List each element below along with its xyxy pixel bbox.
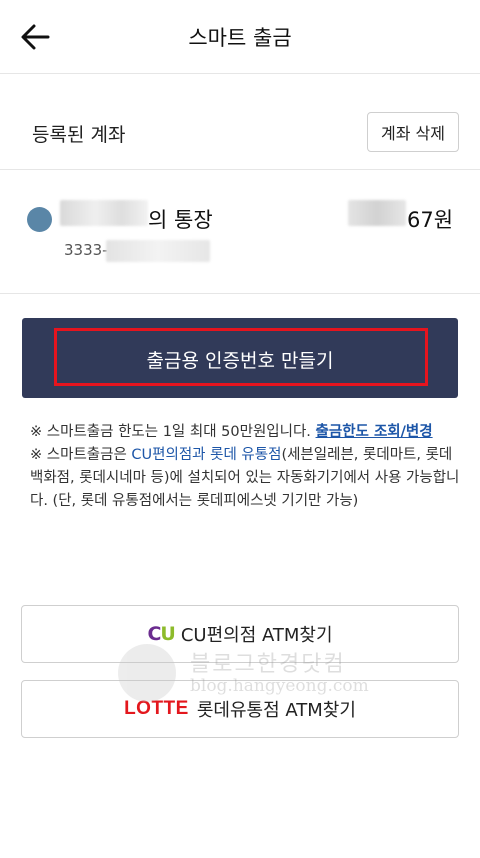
delete-account-button[interactable]: 계좌 삭제 (367, 112, 459, 152)
create-withdrawal-code-button[interactable]: 출금용 인증번호 만들기 (22, 318, 458, 398)
notice-limit-text: ※ 스마트출금 한도는 1일 최대 50만원입니다. (30, 424, 311, 440)
account-color-dot (27, 207, 52, 232)
account-name-suffix: 의 통장 (148, 208, 213, 232)
cu-logo: CU (147, 623, 175, 645)
find-lotte-atm-label: 롯데유통점 ATM찾기 (196, 700, 356, 721)
account-row[interactable]: 의 통장 67원 3333- (0, 170, 480, 294)
notice-usage-highlight: CU편의점과 롯데 유통점 (131, 447, 282, 463)
limit-inquiry-link[interactable]: 출금한도 조회/변경 (316, 424, 433, 440)
lotte-logo: LOTTE (124, 698, 189, 719)
masked-account-number (106, 240, 210, 262)
masked-balance (348, 200, 406, 226)
find-lotte-atm-button[interactable]: LOTTE 롯데유통점 ATM찾기 (21, 680, 459, 738)
registered-account-label: 등록된 계좌 (32, 124, 126, 146)
masked-account-owner (60, 200, 148, 226)
notice-usage: ※ 스마트출금은 CU편의점과 롯데 유통점(세븐일레븐, 롯데마트, 롯데백화… (30, 444, 460, 513)
notice-usage-prefix: ※ 스마트출금은 (30, 447, 127, 463)
create-withdrawal-code-label: 출금용 인증번호 만들기 (146, 350, 334, 372)
find-cu-atm-button[interactable]: CU CU편의점 ATM찾기 (21, 605, 459, 663)
app-header: 스마트 출금 (0, 0, 480, 74)
notice-section: ※ 스마트출금 한도는 1일 최대 50만원입니다. 출금한도 조회/변경 ※ … (30, 421, 460, 513)
notice-limit: ※ 스마트출금 한도는 1일 최대 50만원입니다. 출금한도 조회/변경 (30, 421, 460, 444)
account-balance-suffix: 67원 (407, 208, 454, 232)
page-title: 스마트 출금 (188, 26, 292, 50)
find-cu-atm-label: CU편의점 ATM찾기 (180, 625, 333, 646)
account-number-prefix: 3333- (64, 241, 108, 259)
